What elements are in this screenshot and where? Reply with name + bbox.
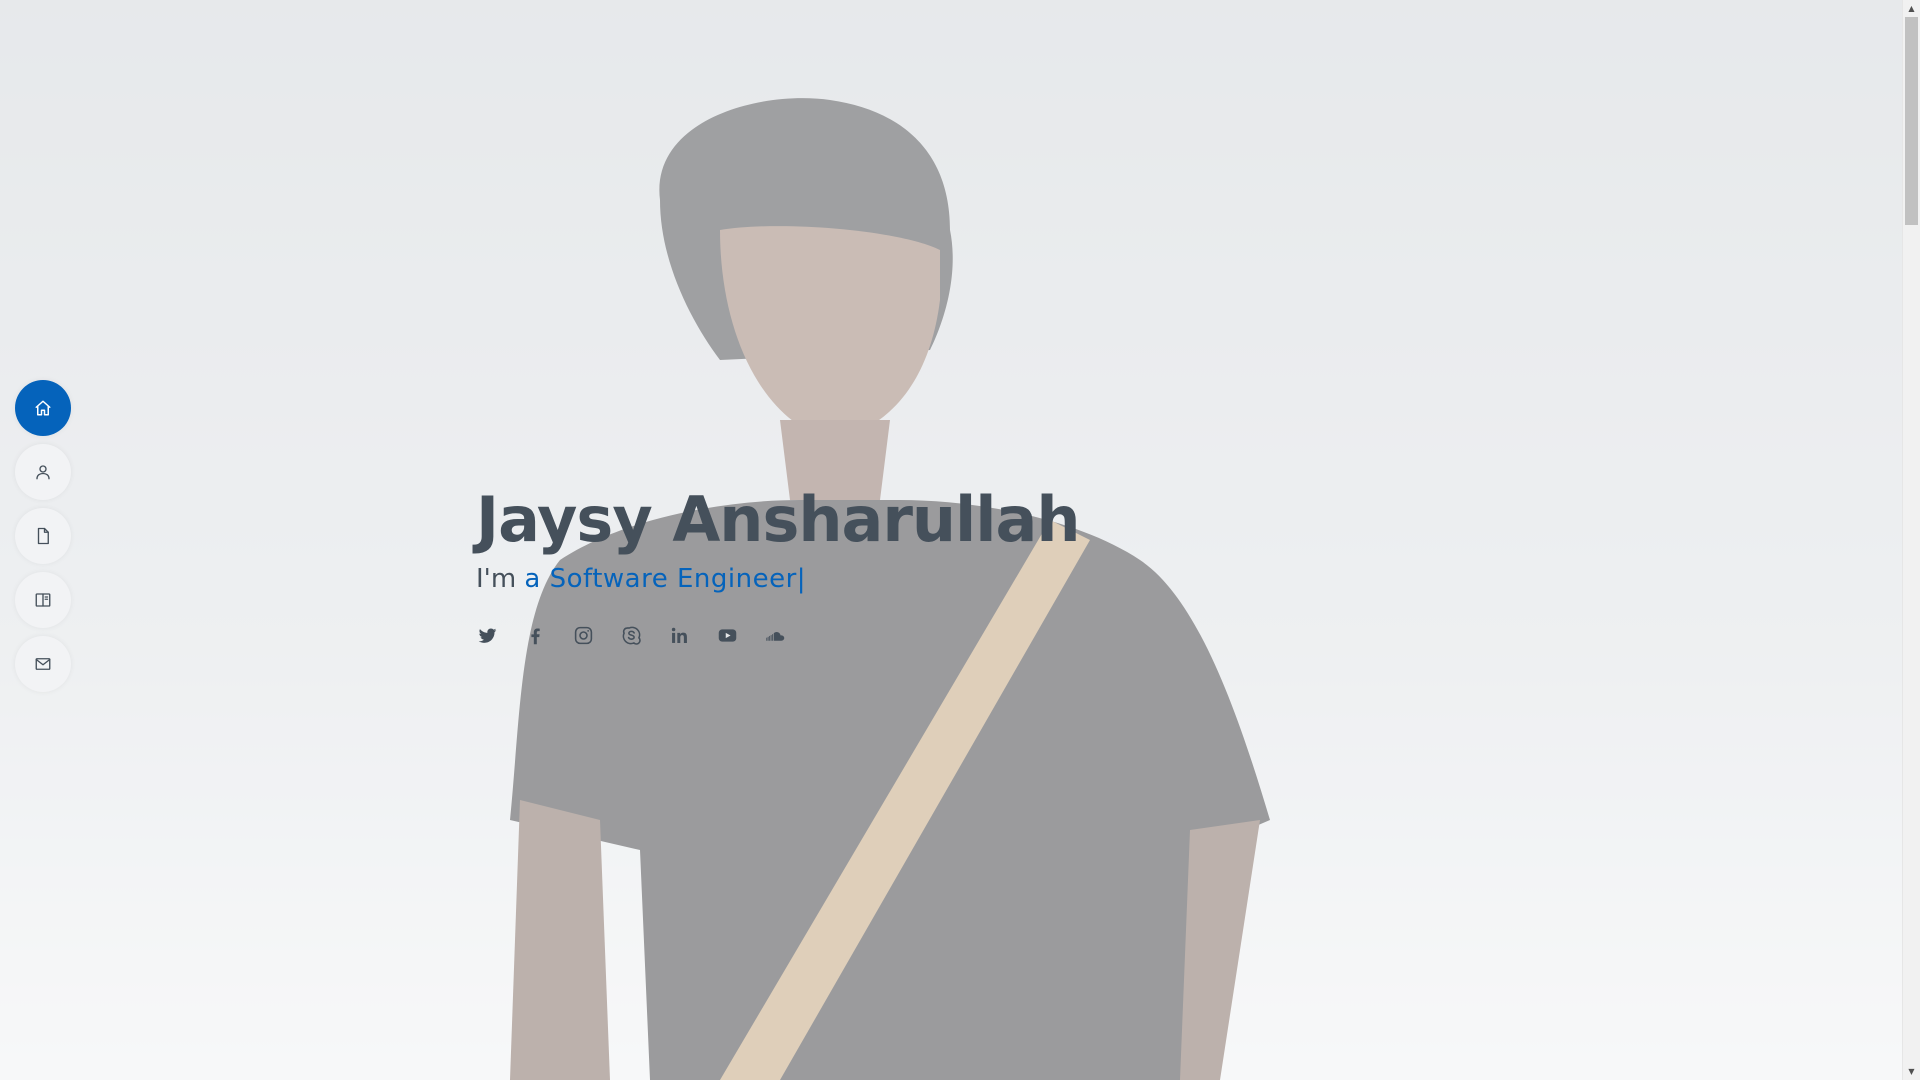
- hero-typed-text: a Software Engineer: [524, 564, 797, 594]
- home-icon: [35, 400, 51, 416]
- hero-name: Jaysy Ansharullah: [476, 483, 1081, 556]
- vertical-scrollbar[interactable]: ▲ ▼: [1902, 0, 1920, 1080]
- nav-about-button[interactable]: [15, 444, 71, 500]
- instagram-link[interactable]: [572, 624, 594, 646]
- hero-subtitle: I'm a Software Engineer|: [476, 564, 1080, 594]
- scroll-down-arrow[interactable]: ▼: [1903, 1063, 1920, 1080]
- user-icon: [36, 465, 50, 480]
- hero-intro: I'm: [476, 564, 517, 594]
- twitter-link[interactable]: [476, 624, 498, 646]
- linkedin-link[interactable]: [668, 624, 690, 646]
- scroll-thumb[interactable]: [1905, 17, 1918, 225]
- page-viewport: Jaysy Ansharullah I'm a Software Enginee…: [0, 0, 1903, 1080]
- book-icon: [35, 593, 51, 607]
- instagram-icon: [574, 626, 592, 644]
- twitter-icon: [478, 628, 496, 643]
- youtube-icon: [718, 628, 736, 642]
- hero-section: Jaysy Ansharullah I'm a Software Enginee…: [476, 480, 1081, 646]
- file-icon: [37, 527, 49, 545]
- nav-resume-button[interactable]: [15, 508, 71, 564]
- youtube-link[interactable]: [716, 624, 738, 646]
- social-links: [476, 624, 1080, 646]
- nav-portfolio-button[interactable]: [15, 572, 71, 628]
- skype-icon: [622, 626, 641, 645]
- linkedin-icon: [671, 627, 687, 643]
- soundcloud-link[interactable]: [764, 624, 786, 646]
- soundcloud-icon: [765, 631, 784, 641]
- nav-contact-button[interactable]: [15, 636, 71, 692]
- typed-cursor: |: [796, 564, 806, 594]
- envelope-icon: [35, 658, 51, 670]
- facebook-icon: [530, 628, 540, 644]
- side-navigation: [15, 380, 71, 692]
- facebook-link[interactable]: [524, 624, 546, 646]
- nav-home-button[interactable]: [15, 380, 71, 436]
- scroll-up-arrow[interactable]: ▲: [1903, 0, 1920, 17]
- skype-link[interactable]: [620, 624, 642, 646]
